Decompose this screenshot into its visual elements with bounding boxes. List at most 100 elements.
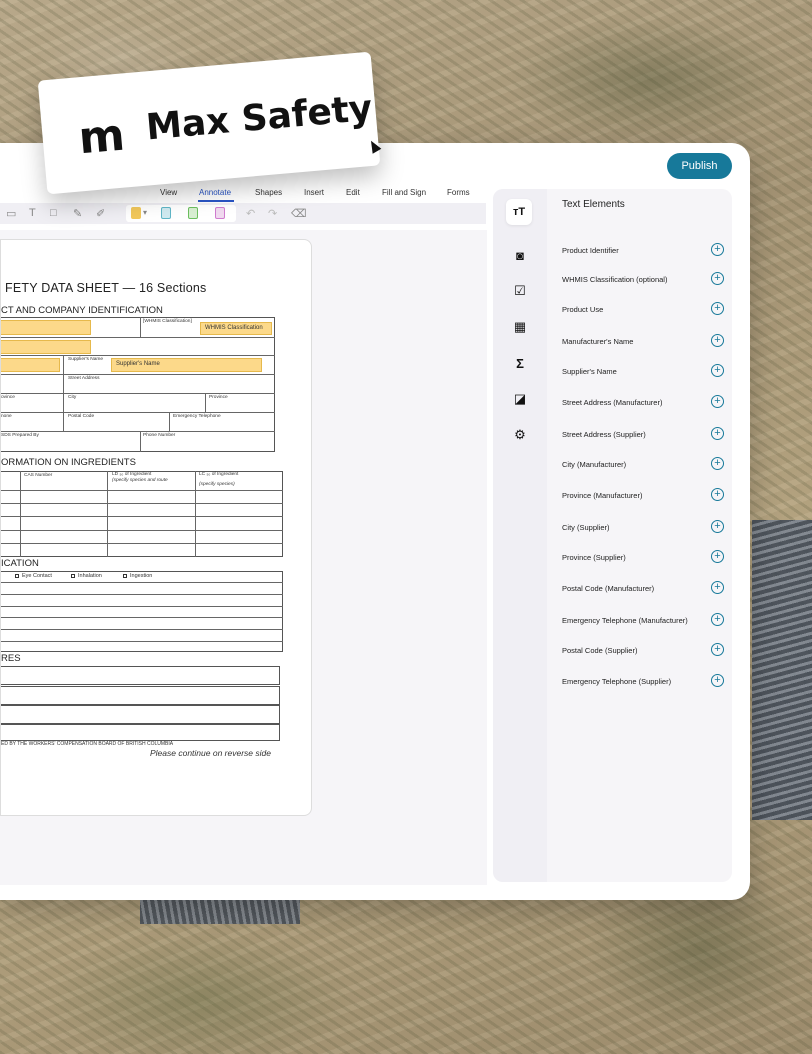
- menu-shapes[interactable]: Shapes: [255, 188, 282, 197]
- element-item[interactable]: Supplier's Name +: [562, 364, 724, 380]
- undo-icon[interactable]: ↶: [246, 207, 255, 220]
- element-item[interactable]: Manufacturer's Name +: [562, 334, 724, 350]
- divider: [1, 530, 283, 531]
- divider: [195, 471, 196, 557]
- chevron-down-icon[interactable]: ▾: [143, 208, 147, 217]
- element-label: Postal Code (Supplier): [562, 646, 638, 655]
- element-label: Supplier's Name: [562, 367, 617, 376]
- divider: [20, 471, 21, 557]
- divider: [1, 337, 275, 338]
- element-item[interactable]: Postal Code (Supplier) +: [562, 643, 724, 659]
- element-item[interactable]: WHMIS Classification (optional) +: [562, 272, 724, 288]
- highlight-pink-swatch[interactable]: [215, 207, 225, 219]
- inhalation-checkbox[interactable]: Inhalation: [71, 573, 102, 579]
- add-icon[interactable]: +: [711, 520, 724, 533]
- element-item[interactable]: Street Address (Supplier) +: [562, 427, 724, 443]
- phone-label: none: [1, 414, 12, 419]
- section-heading: RES: [1, 653, 21, 664]
- add-icon[interactable]: +: [711, 427, 724, 440]
- element-item[interactable]: Emergency Telephone (Manufacturer) +: [562, 613, 724, 629]
- ingestion-checkbox[interactable]: Ingestion: [123, 573, 152, 579]
- menu-view[interactable]: View: [160, 188, 177, 197]
- eye-contact-checkbox[interactable]: Eye Contact: [15, 573, 52, 579]
- add-icon[interactable]: +: [711, 550, 724, 563]
- redo-icon[interactable]: ↷: [268, 207, 277, 220]
- element-item[interactable]: Province (Manufacturer) +: [562, 488, 724, 504]
- publish-button[interactable]: Publish: [667, 153, 732, 179]
- product-identifier-field[interactable]: [1, 320, 91, 335]
- sigma-icon[interactable]: Σ: [510, 353, 530, 373]
- add-icon[interactable]: +: [711, 643, 724, 656]
- whmis-label: [WHMIS Classification]: [143, 319, 192, 324]
- element-label: WHMIS Classification (optional): [562, 275, 668, 284]
- cas-number-label: CAS Number: [24, 473, 53, 478]
- add-icon[interactable]: +: [711, 334, 724, 347]
- element-item[interactable]: City (Manufacturer) +: [562, 457, 724, 473]
- menu-forms[interactable]: Forms: [447, 188, 470, 197]
- element-item[interactable]: Postal Code (Manufacturer) +: [562, 581, 724, 597]
- divider: [140, 431, 141, 452]
- supplier-name-field[interactable]: Supplier's Name: [111, 358, 262, 372]
- eraser-icon[interactable]: ⌫: [291, 207, 307, 220]
- section-heading: CT AND COMPANY IDENTIFICATION: [1, 305, 163, 316]
- reader-icon[interactable]: ◪: [510, 389, 530, 409]
- product-use-field[interactable]: [1, 340, 91, 354]
- element-label: Province (Supplier): [562, 553, 626, 562]
- element-label: Product Identifier: [562, 246, 619, 255]
- brand-logo-icon: m: [76, 109, 125, 165]
- menu-fill-and-sign[interactable]: Fill and Sign: [382, 188, 426, 197]
- element-item[interactable]: City (Supplier) +: [562, 520, 724, 536]
- divider: [205, 393, 206, 413]
- marker-icon[interactable]: ✐: [96, 207, 105, 220]
- highlight-green-swatch[interactable]: [188, 207, 198, 219]
- element-item[interactable]: Emergency Telephone (Supplier) +: [562, 674, 724, 690]
- add-icon[interactable]: +: [711, 395, 724, 408]
- gear-icon[interactable]: ⚙: [510, 425, 530, 445]
- supplier-label: Supplier's Name: [68, 357, 104, 362]
- add-icon[interactable]: +: [711, 613, 724, 626]
- manufacturer-name-field[interactable]: [1, 358, 60, 372]
- whmis-field[interactable]: WHMIS Classification: [200, 322, 272, 335]
- comment-icon[interactable]: ▭: [6, 207, 16, 220]
- postal-code-label: Postal Code: [68, 414, 95, 419]
- measures-row: [1, 724, 280, 741]
- add-icon[interactable]: +: [711, 272, 724, 285]
- divider: [1, 490, 283, 491]
- element-item[interactable]: Product Identifier +: [562, 243, 724, 259]
- add-icon[interactable]: +: [711, 243, 724, 256]
- element-label: Street Address (Supplier): [562, 430, 646, 439]
- element-item[interactable]: Street Address (Manufacturer) +: [562, 395, 724, 411]
- continue-note: Please continue on reverse side: [150, 748, 271, 758]
- table-icon[interactable]: ▦: [510, 317, 530, 337]
- add-icon[interactable]: +: [711, 674, 724, 687]
- highlight-yellow-swatch[interactable]: [131, 207, 141, 219]
- pen-icon[interactable]: ✎: [73, 207, 82, 220]
- divider: [1, 543, 283, 544]
- measures-row: [1, 686, 280, 705]
- rectangle-icon[interactable]: □: [50, 207, 57, 219]
- prepared-by-label: SDS Prepared By: [1, 433, 39, 438]
- section-heading: ICATION: [1, 558, 39, 569]
- divider: [1, 617, 283, 618]
- highlight-cyan-swatch[interactable]: [161, 207, 171, 219]
- camera-icon[interactable]: ◙: [510, 245, 530, 265]
- lc50-label: LC ₅₀ of Ingredient: [199, 472, 239, 477]
- add-icon[interactable]: +: [711, 581, 724, 594]
- checkbox-icon[interactable]: ☑: [510, 281, 530, 301]
- element-label: Postal Code (Manufacturer): [562, 584, 655, 593]
- text-tool-icon[interactable]: T: [29, 207, 36, 219]
- element-item[interactable]: Province (Supplier) +: [562, 550, 724, 566]
- footer-note: ED BY THE WORKERS' COMPENSATION BOARD OF…: [1, 741, 174, 747]
- ld50-label: LD ₅₀ of Ingredient: [112, 472, 152, 477]
- menu-edit[interactable]: Edit: [346, 188, 360, 197]
- menu-insert[interactable]: Insert: [304, 188, 324, 197]
- add-icon[interactable]: +: [711, 488, 724, 501]
- element-item[interactable]: Product Use +: [562, 302, 724, 318]
- ld50-note: (specify species and route: [112, 478, 168, 483]
- menu-annotate[interactable]: Annotate: [199, 188, 231, 197]
- add-icon[interactable]: +: [711, 364, 724, 377]
- add-icon[interactable]: +: [711, 302, 724, 315]
- text-size-icon[interactable]: ᴛT: [506, 199, 532, 225]
- element-label: City (Manufacturer): [562, 460, 627, 469]
- add-icon[interactable]: +: [711, 457, 724, 470]
